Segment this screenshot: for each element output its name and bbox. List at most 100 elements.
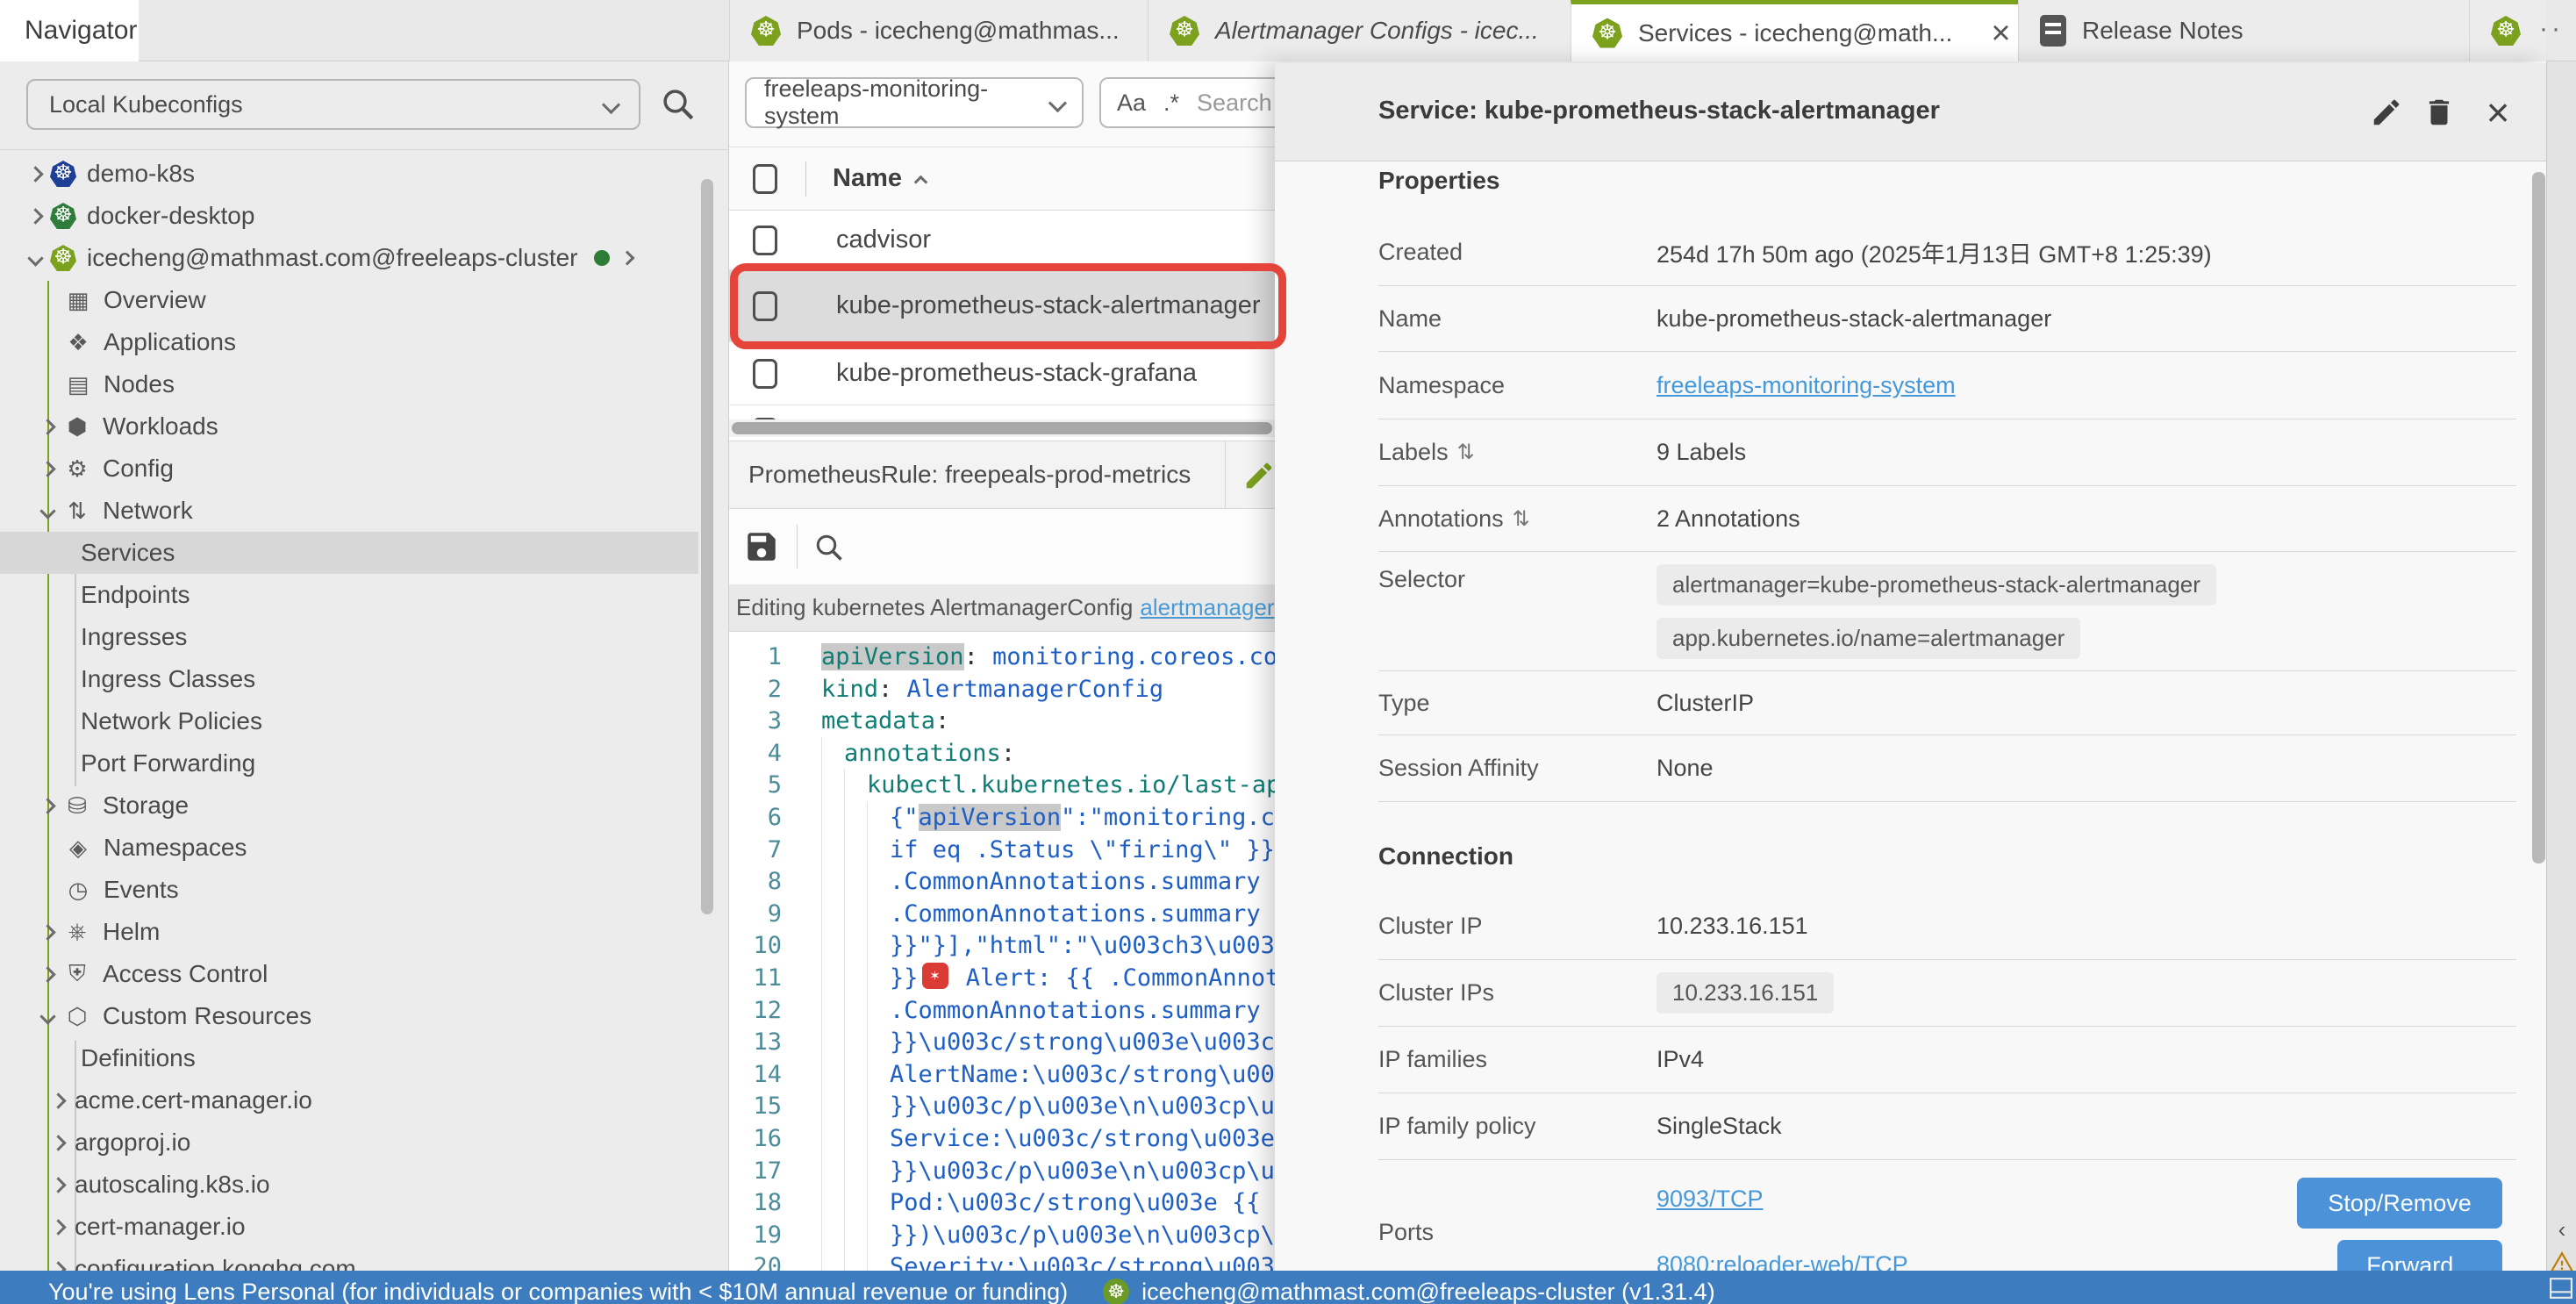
close-icon[interactable]: × <box>1991 17 2010 50</box>
code-token: {" <box>890 804 919 831</box>
editor-search-icon[interactable] <box>813 532 845 563</box>
port-link[interactable]: 9093/TCP <box>1657 1186 1764 1213</box>
sort-toggle-icon[interactable]: ⇅ <box>1513 506 1530 532</box>
sidebar-item-network[interactable]: ⇅Network <box>0 490 698 532</box>
sidebar-item-ingresses[interactable]: Ingresses <box>0 616 698 658</box>
annotation-highlight-box <box>730 263 1286 349</box>
yaml-editor[interactable]: 1apiVersion: monitoring.coreos.com/v12ki… <box>729 632 1343 1271</box>
sidebar-item-storage[interactable]: ⛁Storage <box>0 785 698 827</box>
sidebar-item-configuration-konghq[interactable]: configuration.konghq.com <box>0 1248 698 1271</box>
sidebar-search-icon[interactable] <box>660 86 697 123</box>
close-icon[interactable]: × <box>2479 93 2517 132</box>
chevron-right-icon[interactable] <box>39 461 55 476</box>
drawer-scrollbar[interactable] <box>2532 172 2545 863</box>
detail-row: IP family policySingleStack <box>1378 1093 2516 1160</box>
row-checkbox[interactable] <box>753 359 777 389</box>
editing-object-link[interactable]: alertmanager <box>1140 594 1274 621</box>
sidebar-item-definitions[interactable]: Definitions <box>0 1037 698 1079</box>
indent-guide <box>867 1186 890 1219</box>
chevron-right-icon[interactable] <box>27 208 43 224</box>
chevron-down-icon[interactable] <box>27 250 43 266</box>
collapse-panel-icon[interactable]: ‹ <box>2551 1216 2573 1243</box>
tab-alertmanager-configs[interactable]: Alertmanager Configs - icec... <box>1148 0 1571 61</box>
detail-row: Namespacefreeleaps-monitoring-system <box>1378 352 2516 419</box>
save-icon[interactable] <box>743 528 780 565</box>
chevron-right-icon[interactable] <box>39 419 55 434</box>
cluster-demo-k8s[interactable]: demo-k8s <box>0 153 698 195</box>
chevron-right-icon[interactable] <box>50 1135 66 1150</box>
sidebar-item-port-forwarding[interactable]: Port Forwarding <box>0 742 698 785</box>
sidebar-item-applications[interactable]: ❖Applications <box>0 321 698 363</box>
regex-toggle[interactable]: .* <box>1163 90 1179 117</box>
namespaces-icon: ◈ <box>63 835 93 862</box>
edit-icon[interactable] <box>2367 93 2406 132</box>
stop-remove-button[interactable]: Stop/Remove <box>2297 1178 2502 1229</box>
sidebar-item-ingress-classes[interactable]: Ingress Classes <box>0 658 698 700</box>
cluster-freeleaps[interactable]: icecheng@mathmast.com@freeleaps-cluster <box>0 237 698 279</box>
sidebar-item-services[interactable]: Services <box>0 532 698 574</box>
indent-guide <box>867 834 890 866</box>
indent-guide <box>821 1250 844 1271</box>
code-line: 2kind: AlertmanagerConfig <box>729 673 1163 706</box>
detail-row: Annotations⇅2 Annotations <box>1378 486 2516 552</box>
cluster-docker-desktop[interactable]: docker-desktop <box>0 195 698 237</box>
chevron-right-icon[interactable] <box>50 1177 66 1193</box>
tab-overflow[interactable] <box>2469 0 2546 61</box>
detail-row-value: 254d 17h 50m ago (2025年1月13日 GMT+8 1:25:… <box>1657 235 2212 269</box>
row-checkbox[interactable] <box>753 226 777 255</box>
chevron-right-icon[interactable] <box>50 1093 66 1108</box>
terminal-panel-icon[interactable] <box>2550 1278 2572 1299</box>
sort-ascending-icon[interactable] <box>914 176 928 190</box>
code-token: : <box>1001 740 1015 767</box>
code-token: Alert: {{ .CommonAnnotati <box>952 964 1323 992</box>
chevron-down-icon[interactable] <box>39 1008 55 1024</box>
sidebar-item-custom-resources[interactable]: ⬡Custom Resources <box>0 995 698 1037</box>
tab-services[interactable]: Services - icecheng@math...× <box>1571 0 2018 61</box>
sidebar-item-config[interactable]: ⚙Config <box>0 448 698 490</box>
detail-row-value[interactable]: freeleaps-monitoring-system <box>1657 372 1956 399</box>
code-line: 3metadata: <box>729 705 949 737</box>
match-case-toggle[interactable]: Aa <box>1117 90 1146 117</box>
sidebar-scrollbar[interactable] <box>701 179 713 914</box>
chevron-right-icon[interactable] <box>39 966 55 982</box>
sidebar-item-network-policies[interactable]: Network Policies <box>0 700 698 742</box>
line-number: 2 <box>729 673 782 706</box>
chevron-right-icon[interactable] <box>619 251 634 266</box>
sidebar-item-overview[interactable]: ▦Overview <box>0 279 698 321</box>
code-token: Pod:\u003c/strong\u003e {{ .Co <box>890 1189 1318 1216</box>
sidebar-item-endpoints[interactable]: Endpoints <box>0 574 698 616</box>
sidebar-item-access-control[interactable]: ⛨Access Control <box>0 953 698 995</box>
delete-icon[interactable] <box>2420 93 2458 132</box>
indent-guide <box>844 1250 867 1271</box>
sidebar-item-cert-manager[interactable]: cert-manager.io <box>0 1206 698 1248</box>
search-placeholder: Search <box>1197 90 1272 117</box>
sidebar-item-argoproj[interactable]: argoproj.io <box>0 1121 698 1164</box>
chevron-right-icon[interactable] <box>50 1219 66 1235</box>
chevron-down-icon[interactable] <box>39 503 55 519</box>
horizontal-scrollbar[interactable] <box>732 422 1272 434</box>
edit-icon[interactable] <box>1242 459 1276 492</box>
chevron-right-icon[interactable] <box>39 924 55 940</box>
sidebar-item-acme-cert-manager[interactable]: acme.cert-manager.io <box>0 1079 698 1121</box>
select-all-checkbox[interactable] <box>753 164 777 194</box>
tab-label: Release Notes <box>2082 17 2243 45</box>
namespace-selector[interactable]: freeleaps-monitoring-system <box>745 77 1084 128</box>
code-line: 1apiVersion: monitoring.coreos.com/v1 <box>729 641 1335 673</box>
kubernetes-icon <box>50 203 76 229</box>
sidebar-item-nodes[interactable]: ▤Nodes <box>0 363 698 405</box>
sort-toggle-icon[interactable]: ⇅ <box>1457 440 1475 465</box>
sidebar-item-helm[interactable]: ⎈Helm <box>0 911 698 953</box>
chevron-right-icon[interactable] <box>50 1261 66 1271</box>
kubeconfig-selector[interactable]: Local Kubeconfigs <box>26 79 640 130</box>
sidebar-item-events[interactable]: ◷Events <box>0 869 698 911</box>
chevron-right-icon[interactable] <box>27 166 43 182</box>
sidebar-item-autoscaling[interactable]: autoscaling.k8s.io <box>0 1164 698 1206</box>
indent-guide <box>844 898 867 930</box>
tab-release-notes[interactable]: Release Notes <box>2018 0 2469 61</box>
sidebar-item-workloads[interactable]: ⬢Workloads <box>0 405 698 448</box>
column-header-name[interactable]: Name <box>833 164 902 193</box>
tab-pods[interactable]: Pods - icecheng@mathmas... <box>729 0 1148 61</box>
sidebar-item-namespaces[interactable]: ◈Namespaces <box>0 827 698 869</box>
tab-overflow-dots-icon[interactable]: ·· <box>2539 14 2564 44</box>
chevron-right-icon[interactable] <box>39 798 55 813</box>
